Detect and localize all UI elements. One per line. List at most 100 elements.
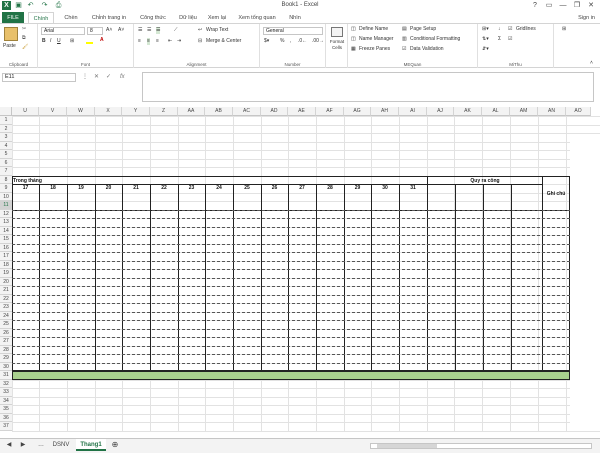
orientation-icon[interactable]: ⟋ <box>174 27 178 34</box>
day-cell[interactable]: 28 <box>316 184 344 193</box>
horizontal-scrollbar[interactable] <box>370 443 592 449</box>
decrease-decimal-icon[interactable]: .00→ <box>312 38 324 45</box>
number-format-select[interactable]: General <box>263 27 323 35</box>
name-box[interactable]: E11 <box>2 73 76 82</box>
day-cell[interactable]: 27 <box>288 184 316 193</box>
fill-down-icon[interactable]: ↓ <box>498 26 501 33</box>
help-button[interactable]: ? <box>528 0 542 12</box>
italic-icon[interactable]: I <box>50 38 51 45</box>
day-header-cells: 17 18 19 20 21 22 23 24 25 26 27 28 29 30 31 <box>0 107 600 438</box>
name-manager-button[interactable]: Name Manager <box>359 36 393 43</box>
format-cells-icon[interactable] <box>331 27 343 37</box>
shrink-font-icon[interactable]: A˅ <box>118 27 124 34</box>
day-cell[interactable]: 20 <box>95 184 122 193</box>
number-label: Number <box>284 62 301 67</box>
scrollbar-thumb[interactable] <box>377 444 437 448</box>
copy-icon[interactable]: ⧉ <box>22 35 26 42</box>
sheet-tab-thang1[interactable]: Thang1 <box>76 439 106 451</box>
font-family-select[interactable]: Arial <box>41 27 85 35</box>
freeze-panes-icon: ▦ <box>351 46 356 52</box>
ribbon-display-button[interactable]: ▭ <box>542 0 556 12</box>
day-cell[interactable]: 17 <box>12 184 39 193</box>
clipboard-label: Clipboard <box>8 62 29 67</box>
options-icon[interactable]: ⊞ <box>562 26 566 33</box>
day-cell[interactable]: 31 <box>399 184 427 193</box>
autosum-icon[interactable]: Σ <box>498 36 501 43</box>
freeze-panes-button[interactable]: Freeze Panes <box>359 46 390 53</box>
define-name-icon: ◫ <box>351 26 356 32</box>
font-group: Arial 8 A˄ A˅ B I U ⊞ A Font <box>38 24 134 68</box>
align-top-icon[interactable]: ☰ <box>138 27 142 34</box>
ribbon: Paste ✂ ⧉ 🖌 Clipboard Arial 8 A˄ A˅ B I … <box>0 23 600 68</box>
grow-font-icon[interactable]: A˄ <box>106 27 112 34</box>
day-cell[interactable]: 18 <box>39 184 67 193</box>
align-center-icon[interactable]: ≡ <box>147 38 150 45</box>
close-button[interactable]: ✕ <box>584 0 598 12</box>
day-cell[interactable]: 25 <box>233 184 261 193</box>
day-cell[interactable]: 21 <box>122 184 150 193</box>
merge-center-button[interactable]: Merge & Center <box>206 38 241 45</box>
next-sheet-icon[interactable]: ▶ <box>18 439 28 451</box>
font-color-icon[interactable]: A <box>100 37 104 44</box>
spreadsheet-grid[interactable]: U V W X Y Z AA AB AC AD AE AF AG AH AI AJ AK AL AM AN AO 123… <box>0 107 600 438</box>
mequan-label: MEQuan <box>403 62 422 67</box>
paste-icon[interactable] <box>4 27 18 41</box>
day-cell[interactable]: 26 <box>261 184 288 193</box>
sheet-tab-dsnv[interactable]: DSNV <box>48 439 74 451</box>
font-label: Font <box>80 62 90 67</box>
borders-icon[interactable]: ⊞ <box>70 38 74 45</box>
prev-sheet-icon[interactable]: ◀ <box>4 439 14 451</box>
align-left-icon[interactable]: ≡ <box>138 38 141 45</box>
insert-rows-icon[interactable]: ⇅▾ <box>482 36 489 43</box>
collapse-ribbon-icon[interactable]: ˄ <box>590 60 593 67</box>
percent-button[interactable]: % <box>280 38 284 45</box>
clipboard-group: Paste ✂ ⧉ 🖌 Clipboard <box>0 24 38 68</box>
paste-button[interactable]: Paste <box>3 43 16 50</box>
day-cell[interactable]: 23 <box>178 184 205 193</box>
align-middle-icon[interactable]: ☰ <box>147 27 151 34</box>
day-cell[interactable]: 19 <box>67 184 95 193</box>
bold-icon[interactable]: B <box>42 38 46 45</box>
cell-quy-ra-cong: Quy ra công <box>470 178 500 184</box>
formula-input[interactable] <box>142 72 594 102</box>
cut-icon[interactable]: ✂ <box>22 26 26 33</box>
format-cells-group: Format Cells <box>326 24 348 68</box>
sort-icon[interactable]: ⇵▾ <box>482 46 489 53</box>
data-validation-button[interactable]: Data Validation <box>410 46 444 53</box>
new-sheet-icon[interactable]: ⊕ <box>110 439 120 451</box>
align-right-icon[interactable]: ≡ <box>156 38 159 45</box>
format-painter-icon[interactable]: 🖌 <box>22 44 28 51</box>
mequan-group: ◫ Define Name ◫ Name Manager ▦ Freeze Pa… <box>348 24 478 68</box>
increase-decimal-icon[interactable]: .0← <box>298 38 307 45</box>
day-cell[interactable]: 29 <box>344 184 371 193</box>
conditional-formatting-button[interactable]: Conditional Formatting <box>410 36 460 43</box>
more-icon: ⋮ <box>82 74 88 80</box>
table-style-icon[interactable]: ⊞▾ <box>482 26 489 33</box>
more-sheets-icon[interactable]: … <box>36 439 46 451</box>
wrap-text-button[interactable]: Wrap Text <box>206 27 228 34</box>
restore-button[interactable]: ❐ <box>570 0 584 12</box>
accounting-format-icon[interactable]: $▾ <box>264 38 269 45</box>
day-cell[interactable]: 24 <box>205 184 233 193</box>
align-bottom-icon[interactable]: ☰ <box>156 27 161 34</box>
headings-checkbox[interactable]: ☑ <box>508 36 512 43</box>
define-name-button[interactable]: Define Name <box>359 26 388 33</box>
cancel-icon[interactable]: ✕ <box>94 73 99 82</box>
enter-icon[interactable]: ✓ <box>106 73 111 82</box>
decrease-indent-icon[interactable]: ⇤ <box>168 38 172 45</box>
day-cell[interactable]: 22 <box>150 184 178 193</box>
wrap-text-icon: ↩ <box>198 27 203 33</box>
fill-color-icon[interactable] <box>86 39 93 44</box>
comma-button[interactable]: , <box>290 38 291 45</box>
day-cell[interactable]: 30 <box>371 184 399 193</box>
page-setup-button[interactable]: Page Setup <box>410 26 436 33</box>
insert-function-button[interactable]: fx <box>120 73 125 82</box>
minimize-button[interactable]: — <box>556 0 570 12</box>
format-cells-button[interactable]: Format Cells <box>327 39 347 51</box>
increase-indent-icon[interactable]: ⇥ <box>177 38 181 45</box>
font-size-select[interactable]: 8 <box>87 27 103 35</box>
gridlines-checkbox[interactable]: ☑ <box>508 26 512 33</box>
underline-icon[interactable]: U <box>57 38 61 45</box>
right-margin <box>570 139 600 429</box>
merge-center-icon: ⊟ <box>198 38 203 44</box>
